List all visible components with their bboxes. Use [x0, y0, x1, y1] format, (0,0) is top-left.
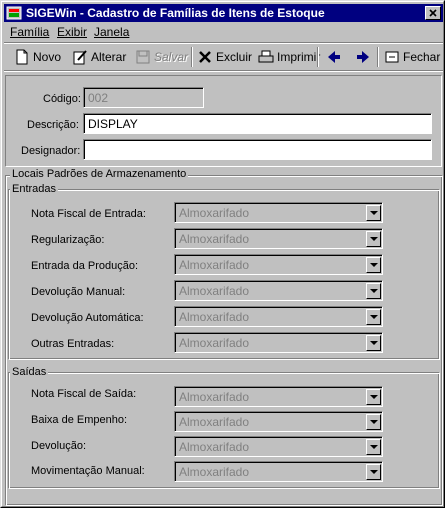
- chevron-down-icon[interactable]: [366, 309, 381, 325]
- arrow-left-icon: [328, 51, 340, 63]
- imprimir-button[interactable]: Imprimir: [258, 46, 320, 68]
- devolucao-select[interactable]: Almoxarifado: [174, 436, 383, 457]
- devolucao-label: Devolução:: [31, 440, 87, 452]
- codigo-label: Código:: [43, 93, 81, 105]
- chevron-down-icon[interactable]: [366, 283, 381, 299]
- chevron-down-icon[interactable]: [366, 464, 381, 480]
- close-door-icon: [385, 51, 399, 63]
- delete-x-icon: [199, 51, 211, 63]
- arrow-right-icon: [357, 51, 369, 63]
- novo-button[interactable]: Novo: [14, 46, 61, 68]
- chevron-down-icon[interactable]: [366, 439, 381, 455]
- regularizacao-label: Regularização:: [31, 234, 105, 246]
- chevron-down-icon[interactable]: [366, 335, 381, 351]
- saidas-title: Saídas: [10, 366, 49, 378]
- chevron-down-icon[interactable]: [366, 257, 381, 273]
- fechar-button[interactable]: Fechar: [384, 46, 440, 68]
- chevron-down-icon[interactable]: [366, 389, 381, 405]
- excluir-button[interactable]: Excluir: [197, 46, 252, 68]
- descricao-field[interactable]: DISPLAY: [83, 113, 432, 134]
- devolucao-manual-select[interactable]: Almoxarifado: [174, 280, 383, 301]
- alterar-button[interactable]: Alterar: [72, 46, 126, 68]
- printer-icon: [258, 50, 274, 63]
- menu-familia[interactable]: Família: [10, 25, 49, 39]
- outras-entradas-select[interactable]: Almoxarifado: [174, 332, 383, 353]
- save-disk-icon: [136, 50, 150, 64]
- descricao-label: Descrição:: [27, 119, 79, 131]
- toolbar-separator: [377, 47, 379, 67]
- entradas-title: Entradas: [10, 183, 59, 195]
- nf-entrada-select[interactable]: Almoxarifado: [174, 202, 383, 223]
- main-window: SIGEWin - Cadastro de Famílias de Itens …: [0, 0, 445, 508]
- nf-saida-label: Nota Fiscal de Saída:: [31, 388, 137, 400]
- close-button[interactable]: [425, 6, 441, 20]
- toolbar-separator: [191, 47, 193, 67]
- salvar-button[interactable]: Salvar: [135, 46, 188, 68]
- toolbar-separator: [317, 47, 319, 67]
- entrada-producao-label: Entrada da Produção:: [31, 260, 139, 272]
- designador-field[interactable]: [83, 139, 432, 160]
- new-document-icon: [16, 49, 28, 65]
- baixa-empenho-select[interactable]: Almoxarifado: [174, 411, 383, 432]
- toolbar: Novo Alterar Salvar Excluir Imprimir Fec…: [4, 42, 443, 72]
- app-icon: [6, 6, 22, 20]
- menu-bar: Família Exibir Janela: [4, 23, 443, 41]
- designador-label: Designador:: [21, 145, 81, 157]
- chevron-down-icon[interactable]: [366, 205, 381, 221]
- menu-exibir[interactable]: Exibir: [57, 25, 87, 39]
- edit-icon: [73, 50, 87, 65]
- next-button[interactable]: [355, 46, 374, 68]
- codigo-field[interactable]: 002: [83, 87, 204, 108]
- devolucao-automatica-label: Devolução Automática:: [31, 312, 144, 324]
- chevron-down-icon[interactable]: [366, 231, 381, 247]
- baixa-empenho-label: Baixa de Empenho:: [31, 414, 128, 426]
- devolucao-manual-label: Devolução Manual:: [31, 286, 126, 298]
- window-title: SIGEWin - Cadastro de Famílias de Itens …: [26, 6, 325, 20]
- nf-entrada-label: Nota Fiscal de Entrada:: [31, 208, 146, 220]
- movimentacao-manual-select[interactable]: Almoxarifado: [174, 461, 383, 482]
- locais-title: Locais Padrões de Armazenamento: [10, 168, 189, 180]
- nf-saida-select[interactable]: Almoxarifado: [174, 386, 383, 407]
- devolucao-automatica-select[interactable]: Almoxarifado: [174, 306, 383, 327]
- outras-entradas-label: Outras Entradas:: [31, 338, 115, 350]
- close-icon: [429, 9, 437, 17]
- menu-janela[interactable]: Janela: [94, 25, 129, 39]
- chevron-down-icon[interactable]: [366, 414, 381, 430]
- previous-button[interactable]: [326, 46, 345, 68]
- movimentacao-manual-label: Movimentação Manual:: [31, 465, 145, 477]
- regularizacao-select[interactable]: Almoxarifado: [174, 228, 383, 249]
- title-bar[interactable]: SIGEWin - Cadastro de Famílias de Itens …: [4, 4, 443, 22]
- entrada-producao-select[interactable]: Almoxarifado: [174, 254, 383, 275]
